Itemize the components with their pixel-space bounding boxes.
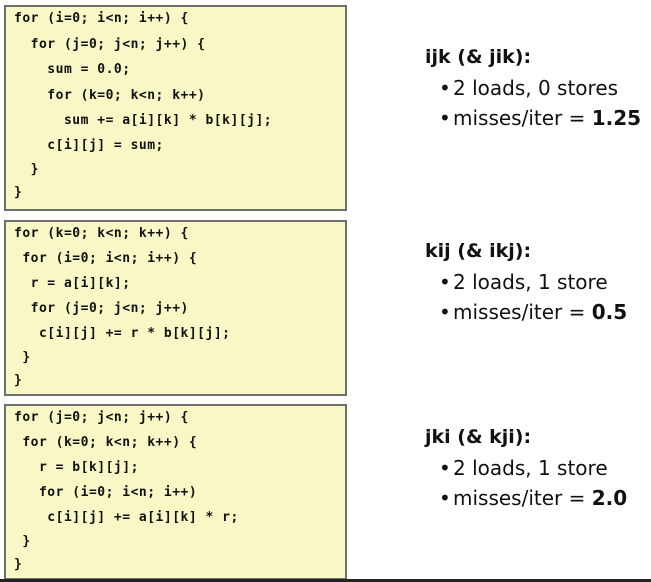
code-line: }	[14, 557, 23, 572]
misses-label: misses/iter =	[453, 300, 592, 324]
code-line: for (i=0; i<n; i++) {	[14, 11, 189, 26]
code-line: for (i=0; i<n; i++) {	[14, 251, 198, 266]
bullet-icon: •	[439, 486, 451, 510]
summary-ijk: ijk (& jik): • 2 loads, 0 stores • misses/…	[425, 46, 641, 136]
loads-stores-text: 2 loads, 1 store	[453, 270, 608, 294]
misses-value: 2.0	[591, 486, 628, 510]
code-line: }	[14, 162, 39, 177]
code-line: for (j=0; j<n; j++) {	[14, 37, 206, 52]
loads-stores-item: • 2 loads, 1 store	[439, 456, 627, 480]
code-line: for (k=0; k<n; k++) {	[14, 435, 198, 450]
misses-label: misses/iter =	[453, 486, 592, 510]
code-line: sum += a[i][k] * b[k][j];	[14, 113, 273, 128]
misses-item: • misses/iter = 1.25	[439, 106, 641, 130]
summary-kij: kij (& ikj): • 2 loads, 1 store • misses/i…	[425, 240, 627, 330]
code-block-kij: for (k=0; k<n; k++) { for (i=0; i<n; i++…	[4, 220, 347, 396]
code-line: for (k=0; k<n; k++)	[14, 88, 206, 103]
bullet-icon: •	[439, 270, 451, 294]
code-line: for (i=0; i<n; i++)	[14, 485, 198, 500]
bullet-icon: •	[439, 76, 451, 100]
code-line: }	[14, 185, 23, 200]
code-line: }	[14, 534, 31, 549]
bullet-icon: •	[439, 456, 451, 480]
summary-jki: jki (& kji): • 2 loads, 1 store • misses/i…	[425, 426, 627, 516]
code-line: sum = 0.0;	[14, 62, 131, 77]
code-line: for (j=0; j<n; j++)	[14, 301, 189, 316]
misses-label: misses/iter =	[453, 106, 592, 130]
code-line: }	[14, 350, 31, 365]
misses-item: • misses/iter = 0.5	[439, 300, 627, 324]
code-line: c[i][j] = sum;	[14, 138, 164, 153]
code-line: r = b[k][j];	[14, 460, 139, 475]
code-line: }	[14, 373, 23, 388]
summary-title: ijk (& jik):	[425, 46, 532, 68]
loads-stores-text: 2 loads, 0 stores	[453, 76, 619, 100]
code-line: for (j=0; j<n; j++) {	[14, 410, 189, 425]
loads-stores-text: 2 loads, 1 store	[453, 456, 608, 480]
summary-title: jki (& kji):	[425, 426, 532, 448]
misses-value: 1.25	[591, 106, 642, 130]
code-line: c[i][j] += r * b[k][j];	[14, 326, 231, 341]
loads-stores-item: • 2 loads, 1 store	[439, 270, 627, 294]
code-block-ijk: for (i=0; i<n; i++) { for (j=0; j<n; j++…	[4, 5, 347, 211]
code-line: for (k=0; k<n; k++) {	[14, 226, 189, 241]
misses-value: 0.5	[591, 300, 628, 324]
misses-item: • misses/iter = 2.0	[439, 486, 627, 510]
code-block-jki: for (j=0; j<n; j++) { for (k=0; k<n; k++…	[4, 404, 347, 580]
bullet-icon: •	[439, 300, 451, 324]
loads-stores-item: • 2 loads, 0 stores	[439, 76, 641, 100]
code-line: r = a[i][k];	[14, 276, 131, 291]
summary-title: kij (& ikj):	[425, 240, 532, 262]
bullet-icon: •	[439, 106, 451, 130]
code-line: c[i][j] += a[i][k] * r;	[14, 510, 239, 525]
